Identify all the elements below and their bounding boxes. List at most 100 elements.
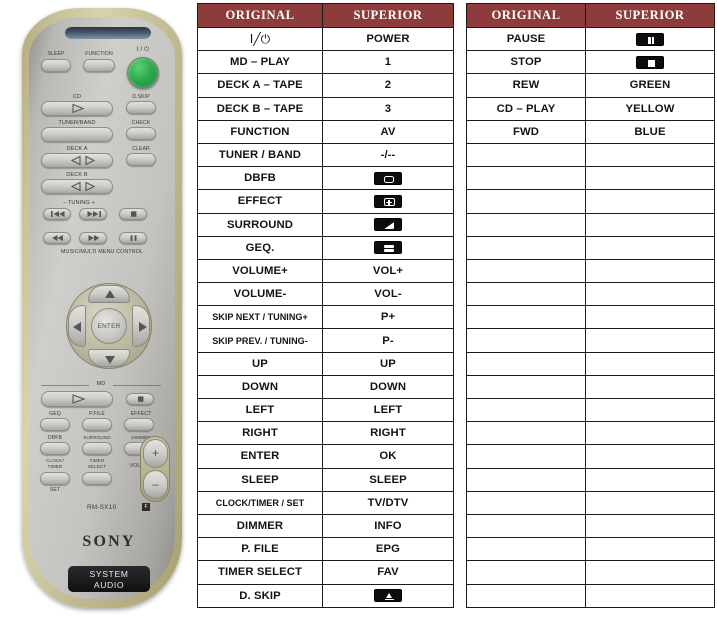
cell-original: CLOCK/TIMER / SET	[197, 490, 323, 515]
remote-label-music-multi-menu: MUSIC/MULTI MENU CONTROL	[60, 249, 144, 255]
remote-label-check: CHECK	[131, 120, 151, 126]
remote-button-skip-next[interactable]	[79, 208, 107, 220]
cell-original: PAUSE	[466, 26, 586, 52]
remote-button-timer-select[interactable]	[82, 472, 112, 485]
table-row: DIMMER INFO	[197, 513, 454, 539]
table-row	[466, 444, 715, 469]
remote-button-deck-b[interactable]	[41, 179, 113, 194]
remote-label-surround: SURROUND	[83, 435, 111, 440]
cell-original: SKIP NEXT / TUNING+	[197, 305, 323, 330]
table-row	[466, 421, 715, 446]
remote-button-cd-play[interactable]	[41, 101, 113, 116]
cell-original	[466, 421, 586, 446]
remote-button-tuner-band[interactable]	[41, 127, 113, 142]
cell-original	[466, 397, 586, 423]
cell-original: DECK B – TAPE	[197, 96, 323, 121]
remote-button-volume-down[interactable]: –	[143, 470, 168, 499]
remote-model-number: RM-SX10	[87, 504, 117, 511]
skip-prev-icon	[51, 211, 65, 217]
screen-diag-icon	[374, 218, 402, 232]
remote-button-enter[interactable]: ENTER	[91, 308, 127, 344]
remote-button-stop[interactable]	[119, 208, 147, 220]
cell-superior: POWER	[322, 26, 454, 52]
cell-original: DBFB	[197, 166, 323, 191]
remote-label-timer-select: TIMER SELECT	[87, 458, 107, 469]
remote-label-deck-a: DECK A	[66, 146, 88, 152]
cell-original: LEFT	[197, 397, 323, 423]
remote-dpad-down[interactable]	[88, 349, 130, 367]
cell-original: TUNER / BAND	[197, 142, 323, 168]
cell-original: SKIP PREV. / TUNING-	[197, 328, 323, 353]
cell-superior	[585, 513, 715, 539]
table-row	[466, 166, 715, 191]
table-row: DBFB	[197, 166, 454, 191]
cell-superior	[585, 26, 715, 52]
remote-dpad-right[interactable]	[132, 305, 150, 347]
cell-superior: VOL+	[322, 258, 454, 284]
remote-button-deck-a[interactable]	[41, 153, 113, 168]
md-divider-right	[113, 385, 161, 386]
cell-superior: OK	[322, 444, 454, 469]
cell-superior	[585, 444, 715, 469]
remote-button-pause[interactable]	[119, 232, 147, 244]
remote-button-rewind[interactable]	[43, 232, 71, 244]
cell-original	[466, 142, 586, 168]
remote-volume-rocker[interactable]: + –	[140, 436, 170, 502]
remote-faceplate: SLEEP FUNCTION I / ⏻ CD D.SKIP TUNER/BAN…	[29, 17, 175, 599]
remote-button-geq[interactable]	[40, 418, 70, 431]
table-row: STOP	[466, 50, 715, 75]
remote-label-tuner-band: TUNER/BAND	[58, 120, 96, 126]
stop-icon	[636, 55, 664, 69]
remote-dpad-up[interactable]	[88, 285, 130, 303]
cell-superior: BLUE	[585, 119, 715, 144]
key-mapping-table-left: ORIGINAL SUPERIOR I╱⏻ POWER MD – PLAY 1 DECK…	[197, 3, 454, 608]
remote-button-clear[interactable]	[126, 153, 156, 166]
remote-dpad-left[interactable]	[68, 305, 86, 347]
cell-original: VOLUME-	[197, 282, 323, 307]
remote-button-function[interactable]	[83, 59, 115, 72]
cell-superior: LEFT	[322, 397, 454, 423]
table-row: EFFECT	[197, 189, 454, 214]
remote-button-md-play[interactable]	[41, 391, 113, 407]
cell-original	[466, 537, 586, 562]
remote-button-check[interactable]	[126, 127, 156, 140]
screen-bars-icon	[374, 241, 402, 255]
cell-original: VOLUME+	[197, 258, 323, 284]
play-triangle-icon	[72, 103, 85, 114]
cell-superior	[585, 328, 715, 353]
cell-superior	[322, 212, 454, 237]
table-row: DECK A – TAPE 2	[197, 73, 454, 98]
cell-original	[466, 583, 586, 608]
remote-button-sleep[interactable]	[41, 59, 71, 72]
cell-original: I╱⏻	[197, 26, 323, 52]
sony-brand-logo: SONY	[82, 533, 136, 550]
table-row: P. FILE EPG	[197, 537, 454, 562]
table-row: RIGHT RIGHT	[197, 421, 454, 446]
cell-original	[466, 490, 586, 515]
remote-button-p-file[interactable]	[82, 418, 112, 431]
remote-button-effect[interactable]	[124, 418, 154, 431]
remote-button-fast-forward[interactable]	[79, 232, 107, 244]
remote-button-clock-timer[interactable]	[40, 472, 70, 485]
ir-emitter-window	[65, 27, 151, 39]
eject-tri-icon	[374, 589, 402, 603]
cell-original: EFFECT	[197, 189, 323, 214]
remote-button-dbfb[interactable]	[40, 442, 70, 455]
table-row	[466, 374, 715, 400]
remote-button-volume-up[interactable]: +	[143, 439, 168, 468]
cell-original	[466, 189, 586, 214]
remote-button-md-stop[interactable]	[126, 393, 154, 405]
table-row: REW GREEN	[466, 73, 715, 98]
remote-label-deck-b: DECK B	[66, 172, 88, 178]
screen-rect-icon	[374, 171, 402, 185]
cell-original	[466, 444, 586, 469]
remote-button-surround[interactable]	[82, 442, 112, 455]
cell-superior: P+	[322, 305, 454, 330]
remote-label-clock-timer: CLOCK/TIMER	[46, 458, 64, 469]
remote-button-d-skip[interactable]	[126, 101, 156, 114]
remote-button-skip-prev[interactable]	[43, 208, 71, 220]
remote-button-power[interactable]	[127, 57, 159, 89]
remote-body: SLEEP FUNCTION I / ⏻ CD D.SKIP TUNER/BAN…	[22, 8, 182, 608]
cell-original	[466, 467, 586, 492]
cell-superior	[585, 50, 715, 75]
